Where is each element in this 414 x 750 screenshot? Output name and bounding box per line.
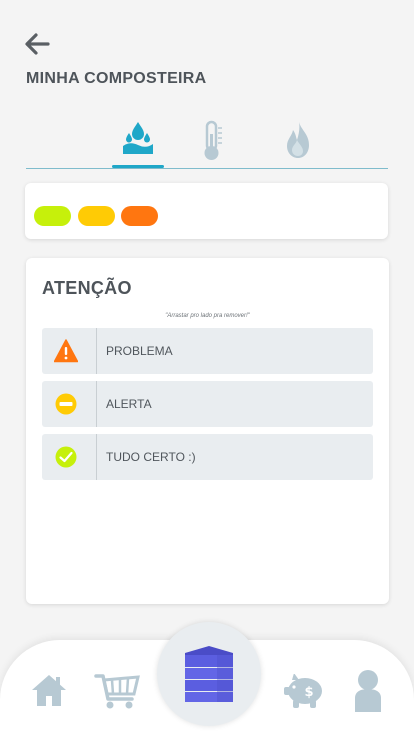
swipe-hint: "Arrastar pro lado pra remover!": [165, 313, 250, 319]
alert-row-label: ALERTA: [106, 397, 152, 411]
tab-gas[interactable]: [270, 112, 326, 166]
sensor-tabs: [26, 112, 388, 170]
nav-home[interactable]: [30, 672, 68, 713]
arrow-left-icon: [25, 33, 50, 55]
flame-icon: [287, 122, 309, 158]
row-separator: [96, 434, 97, 480]
composter-icon: [185, 646, 233, 702]
profile-icon: [355, 670, 381, 712]
minus-circle-icon: [55, 393, 77, 415]
nav-cart[interactable]: [94, 672, 140, 715]
nav-profile[interactable]: [352, 668, 384, 717]
status-pill-green: [34, 206, 71, 226]
alert-row-ok[interactable]: TUDO CERTO :): [42, 434, 373, 480]
warning-triangle-icon: [54, 339, 78, 363]
status-pill-yellow: [78, 206, 115, 226]
row-separator: [96, 328, 97, 374]
alerts-title: ATENÇÃO: [42, 278, 132, 298]
status-pill-orange: [121, 206, 158, 226]
composter-home-button[interactable]: [157, 622, 261, 726]
alert-row-label: PROBLEMA: [106, 344, 173, 358]
alert-row-alert[interactable]: ALERTA: [42, 381, 373, 427]
page-title: MINHA COMPOSTEIRA: [26, 70, 207, 87]
home-icon: [32, 675, 66, 706]
alert-row-label: TUDO CERTO :): [106, 450, 196, 464]
thermometer-icon: [204, 120, 222, 160]
back-button[interactable]: [22, 30, 56, 58]
svg-text:$: $: [304, 685, 313, 700]
status-card: [25, 183, 388, 239]
check-circle-icon: [55, 446, 77, 468]
nav-savings[interactable]: $: [282, 673, 328, 715]
row-separator: [96, 381, 97, 427]
piggy-bank-icon: $: [284, 673, 322, 708]
water-drops-icon: [123, 122, 153, 154]
tab-temperature[interactable]: [184, 112, 240, 166]
cart-icon: [94, 674, 140, 709]
tab-humidity[interactable]: [110, 112, 166, 166]
alerts-card: ATENÇÃO "Arrastar pro lado pra remover!"…: [26, 258, 389, 604]
alert-row-problem[interactable]: PROBLEMA: [42, 328, 373, 374]
tabs-divider: [26, 168, 388, 169]
